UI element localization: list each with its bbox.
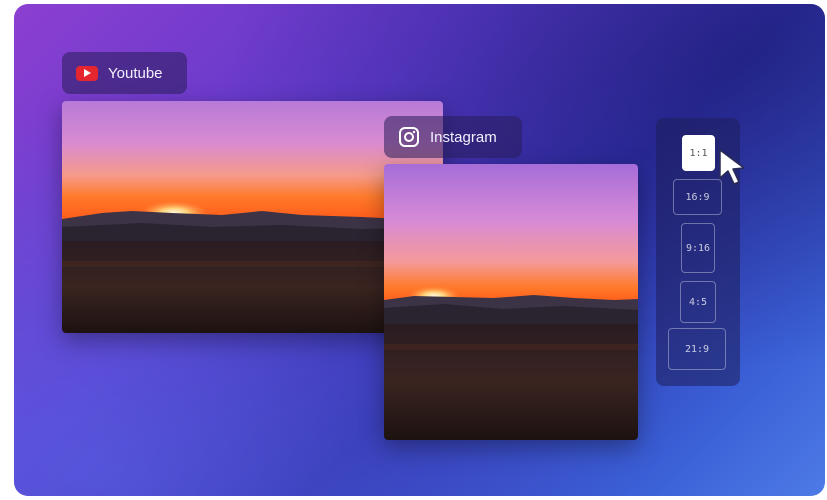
youtube-icon (76, 65, 98, 81)
instagram-icon (399, 127, 419, 147)
youtube-tag[interactable]: Youtube (62, 52, 187, 94)
ratio-option-9-16[interactable]: 9:16 (681, 223, 715, 273)
mouse-cursor-icon (719, 149, 745, 185)
instagram-tag[interactable]: Instagram (384, 116, 522, 158)
instagram-preview-image (384, 164, 638, 440)
ratio-option-21-9[interactable]: 21:9 (668, 328, 726, 370)
ratio-option-4-5[interactable]: 4:5 (680, 281, 716, 323)
instagram-label: Instagram (430, 128, 497, 146)
ratio-option-1-1[interactable]: 1:1 (682, 135, 715, 171)
youtube-label: Youtube (108, 64, 163, 82)
